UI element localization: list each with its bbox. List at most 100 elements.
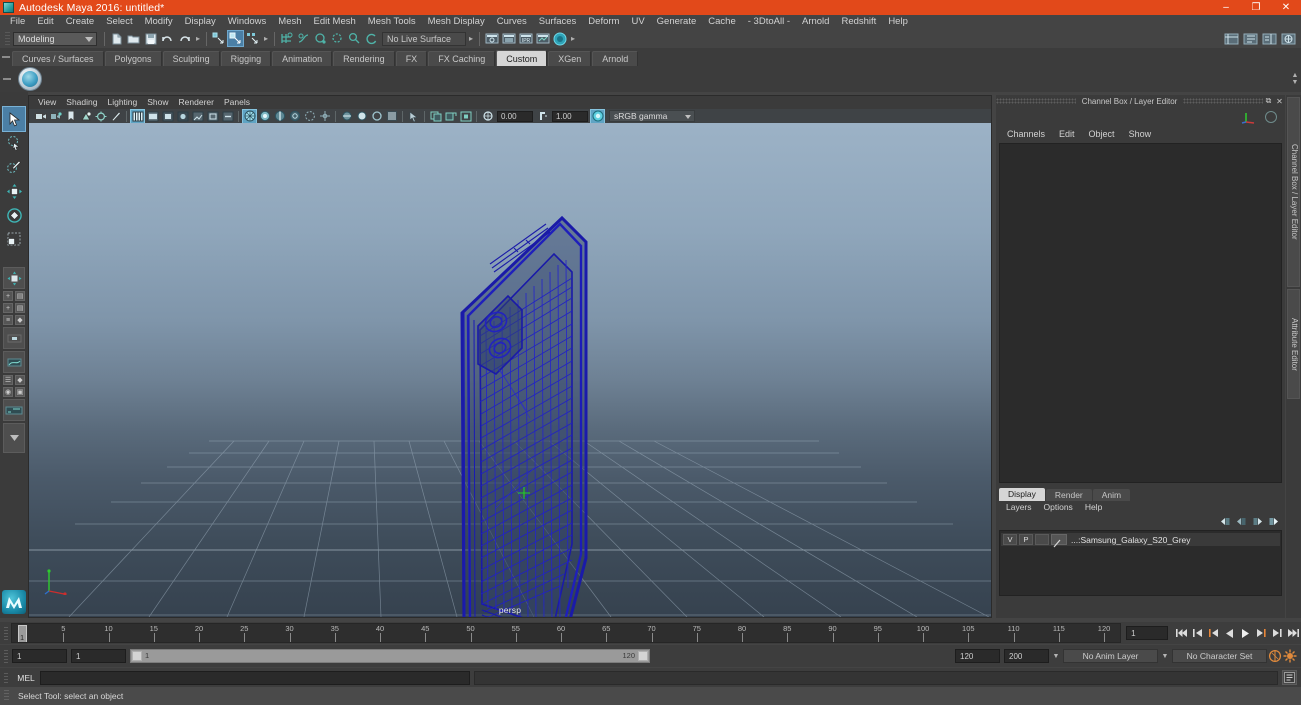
viewport-menu-show[interactable]: Show	[142, 96, 173, 109]
move-layer-down-icon[interactable]	[1236, 516, 1247, 526]
shelf-tab-fx-caching[interactable]: FX Caching	[428, 51, 496, 66]
menu-cache[interactable]: Cache	[702, 15, 741, 29]
character-set-selector[interactable]: No Character Set	[1172, 649, 1267, 663]
viewport-light-a-icon[interactable]	[340, 110, 353, 123]
range-end-field[interactable]: 120	[955, 649, 1000, 663]
layout-dropdown[interactable]	[3, 423, 25, 453]
tab-anim[interactable]: Anim	[1092, 489, 1131, 501]
wireframe-icon[interactable]	[130, 108, 145, 124]
viewport-menu-view[interactable]: View	[33, 96, 61, 109]
menu-arnold[interactable]: Arnold	[796, 15, 835, 29]
new-scene-icon[interactable]	[109, 31, 124, 46]
tab-render[interactable]: Render	[1045, 489, 1092, 501]
layout-preset-a[interactable]: ◉	[3, 387, 13, 397]
menu-edit-mesh[interactable]: Edit Mesh	[308, 15, 362, 29]
undo-icon[interactable]	[160, 31, 175, 46]
channel-box-toggle-icon[interactable]	[1265, 111, 1277, 123]
menu-uv[interactable]: UV	[625, 15, 650, 29]
menu-windows[interactable]: Windows	[222, 15, 273, 29]
snap-to-curve-icon[interactable]	[296, 31, 311, 46]
menu-surfaces[interactable]: Surfaces	[533, 15, 583, 29]
hypergraph-persp[interactable]	[3, 327, 25, 349]
layout-split-bl[interactable]: +	[3, 303, 13, 313]
render-settings-icon[interactable]	[535, 31, 550, 46]
save-scene-icon[interactable]	[143, 31, 158, 46]
layout-persp[interactable]: ◆	[15, 315, 25, 325]
shelf-tab-fx[interactable]: FX	[395, 51, 428, 66]
shelf-tab-xgen[interactable]: XGen	[548, 51, 592, 66]
depth-of-field-icon[interactable]	[258, 110, 271, 123]
viewport-light-c-icon[interactable]	[370, 110, 383, 123]
shelf-tab-rigging[interactable]: Rigging	[220, 51, 272, 66]
go-to-end-icon[interactable]	[1286, 626, 1301, 641]
layer-menu-layers[interactable]: Layers	[1000, 501, 1038, 514]
panel-maximize-icon[interactable]	[459, 110, 472, 123]
hypershade-icon[interactable]	[552, 31, 567, 46]
xray-active-components-icon[interactable]	[318, 110, 331, 123]
display-layer-list[interactable]: V P ...:Samsung_Galaxy_S20_Grey	[999, 530, 1282, 596]
viewport-light-b-icon[interactable]	[355, 110, 368, 123]
range-start-field[interactable]: 1	[71, 649, 126, 663]
shelf-tab-curves-surfaces[interactable]: Curves / Surfaces	[12, 51, 104, 66]
menu-set-selector[interactable]: Modeling	[13, 31, 97, 46]
grid-toggle-icon[interactable]	[385, 110, 398, 123]
channel-menu-channels[interactable]: Channels	[1000, 127, 1052, 141]
layout-quad-tl[interactable]: +	[3, 291, 13, 301]
go-to-start-icon[interactable]	[1174, 626, 1189, 641]
shelf-tab-sculpting[interactable]: Sculpting	[162, 51, 220, 66]
undock-icon[interactable]: ⧉	[1263, 96, 1274, 107]
menu-mesh-tools[interactable]: Mesh Tools	[362, 15, 422, 29]
range-handle-right[interactable]	[638, 651, 648, 661]
menu-curves[interactable]: Curves	[491, 15, 533, 29]
shelf-menu-icon[interactable]	[0, 48, 12, 66]
layout-outliner[interactable]: ≡	[3, 315, 13, 325]
menu-mesh[interactable]: Mesh	[272, 15, 307, 29]
irpr-render-icon[interactable]	[501, 31, 516, 46]
layer-row[interactable]: V P ...:Samsung_Galaxy_S20_Grey	[1001, 533, 1280, 548]
layer-playback-toggle[interactable]: P	[1019, 534, 1033, 545]
layer-name[interactable]: ...:Samsung_Galaxy_S20_Grey	[1071, 535, 1191, 545]
ipr-render-icon[interactable]: IPR	[518, 31, 533, 46]
new-layer-from-selected-icon[interactable]	[1268, 516, 1279, 526]
shelf-tab-custom[interactable]: Custom	[496, 50, 548, 66]
command-input[interactable]	[40, 670, 470, 685]
viewport-menu-shading[interactable]: Shading	[61, 96, 102, 109]
step-forward-frame-icon[interactable]	[1254, 626, 1269, 641]
chevron-down-icon[interactable]: ▼	[1049, 649, 1063, 663]
two-sided-lighting-icon[interactable]	[94, 110, 107, 123]
color-management-icon[interactable]	[590, 108, 605, 124]
gamma-field[interactable]: 1.00	[552, 110, 588, 122]
layout-preset-wide[interactable]	[3, 399, 25, 421]
persp-graph-editor[interactable]	[3, 351, 25, 373]
exposure-field[interactable]: 0.00	[497, 110, 533, 122]
menu-help[interactable]: Help	[882, 15, 914, 29]
menu-mesh-display[interactable]: Mesh Display	[422, 15, 491, 29]
image-plane-icon[interactable]	[79, 110, 92, 123]
shadows-toggle-icon[interactable]	[191, 110, 204, 123]
range-slider-grip[interactable]	[0, 645, 12, 667]
animation-start-field[interactable]: 1	[12, 649, 67, 663]
menu-generate[interactable]: Generate	[651, 15, 703, 29]
smooth-shade-textured-icon[interactable]	[161, 110, 174, 123]
select-arrow-icon[interactable]	[407, 110, 420, 123]
open-scene-icon[interactable]	[126, 31, 141, 46]
close-icon[interactable]: ✕	[1274, 96, 1285, 107]
move-tool[interactable]	[3, 179, 25, 203]
snap-to-point-icon[interactable]	[313, 31, 328, 46]
multisample-aa-icon[interactable]	[242, 108, 257, 124]
layer-shading-toggle[interactable]	[1035, 534, 1049, 545]
exposure-icon[interactable]	[481, 110, 494, 123]
layer-menu-help[interactable]: Help	[1079, 501, 1108, 514]
screen-space-ao-icon[interactable]	[206, 110, 219, 123]
rotate-tool[interactable]	[3, 203, 25, 227]
layer-visibility-toggle[interactable]: V	[1003, 534, 1017, 545]
redo-icon[interactable]	[177, 31, 192, 46]
layout-split-br[interactable]: ▤	[15, 303, 25, 313]
chevron-down-icon-2[interactable]: ▼	[1158, 649, 1172, 663]
shelf-scroll-arrows[interactable]: ▲ ▼	[1291, 66, 1301, 92]
shelf-tab-animation[interactable]: Animation	[272, 51, 333, 66]
menu-file[interactable]: File	[4, 15, 31, 29]
shadows-icon[interactable]	[109, 110, 122, 123]
color-space-selector[interactable]: sRGB gamma	[609, 110, 695, 122]
status-line-grip[interactable]	[5, 31, 10, 46]
